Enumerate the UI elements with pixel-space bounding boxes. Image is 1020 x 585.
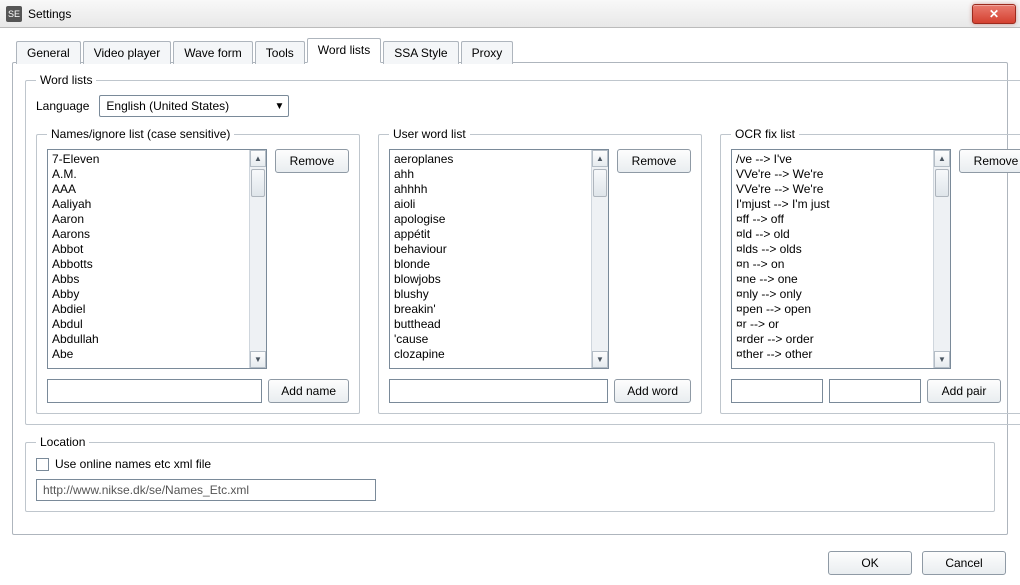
add-pair-button[interactable]: Add pair [927,379,1001,403]
ocrfix-list-items: /ve --> I've VVe're --> We're VVe're -->… [732,150,933,368]
scroll-down-icon[interactable]: ▼ [592,351,608,368]
names-list-items: 7-Eleven A.M. AAA Aaliyah Aaron Aarons A… [48,150,249,368]
cancel-button[interactable]: Cancel [922,551,1006,575]
tab-bar: General Video player Wave form Tools Wor… [12,38,1008,63]
tab-ssa-style[interactable]: SSA Style [383,41,458,64]
scroll-track[interactable] [592,167,608,351]
titlebar: SE Settings ✕ [0,0,1020,28]
names-group-label: Names/ignore list (case sensitive) [47,127,234,141]
app-icon: SE [6,6,22,22]
window-content: General Video player Wave form Tools Wor… [0,28,1020,543]
ocrfix-from-input[interactable] [731,379,823,403]
location-group: Location Use online names etc xml file h… [25,435,995,512]
tab-panel-word-lists: Word lists Language English (United Stat… [12,62,1008,535]
use-online-names-checkbox[interactable] [36,458,49,471]
language-select[interactable]: English (United States) ▼ [99,95,289,117]
userwords-add-input[interactable] [389,379,608,403]
add-name-button[interactable]: Add name [268,379,349,403]
tab-tools[interactable]: Tools [255,41,305,64]
scroll-down-icon[interactable]: ▼ [934,351,950,368]
userwords-list-items: aeroplanes ahh ahhhh aioli apologise app… [390,150,591,368]
ocrfix-to-input[interactable] [829,379,921,403]
scroll-track[interactable] [934,167,950,351]
userwords-group-label: User word list [389,127,470,141]
close-button[interactable]: ✕ [972,4,1016,24]
ocrfix-group-label: OCR fix list [731,127,799,141]
tab-proxy[interactable]: Proxy [461,41,514,64]
online-names-url-field[interactable]: http://www.nikse.dk/se/Names_Etc.xml [36,479,376,501]
close-icon: ✕ [989,7,999,21]
userwords-scrollbar[interactable]: ▲ ▼ [591,150,608,368]
tab-wave-form[interactable]: Wave form [173,41,253,64]
window-title: Settings [28,7,972,21]
language-label: Language [36,99,89,113]
scroll-thumb[interactable] [593,169,607,197]
wordlists-group-label: Word lists [36,73,96,87]
tab-general[interactable]: General [16,41,81,64]
wordlists-group: Word lists Language English (United Stat… [25,73,1020,425]
ocrfix-listbox[interactable]: /ve --> I've VVe're --> We're VVe're -->… [731,149,951,369]
ok-button[interactable]: OK [828,551,912,575]
names-scrollbar[interactable]: ▲ ▼ [249,150,266,368]
tab-video-player[interactable]: Video player [83,41,172,64]
location-group-label: Location [36,435,89,449]
userwords-listbox[interactable]: aeroplanes ahh ahhhh aioli apologise app… [389,149,609,369]
dialog-footer: OK Cancel [828,551,1006,575]
ocrfix-group: OCR fix list /ve --> I've VVe're --> We'… [720,127,1020,414]
scroll-up-icon[interactable]: ▲ [250,150,266,167]
tab-word-lists[interactable]: Word lists [307,38,381,63]
chevron-down-icon: ▼ [274,101,284,112]
names-listbox[interactable]: 7-Eleven A.M. AAA Aaliyah Aaron Aarons A… [47,149,267,369]
scroll-thumb[interactable] [251,169,265,197]
scroll-down-icon[interactable]: ▼ [250,351,266,368]
add-word-button[interactable]: Add word [614,379,691,403]
use-online-names-label: Use online names etc xml file [55,457,211,471]
userwords-group: User word list aeroplanes ahh ahhhh aiol… [378,127,702,414]
userwords-remove-button[interactable]: Remove [617,149,691,173]
ocrfix-remove-button[interactable]: Remove [959,149,1020,173]
language-select-value: English (United States) [106,99,229,113]
names-add-input[interactable] [47,379,262,403]
ocrfix-scrollbar[interactable]: ▲ ▼ [933,150,950,368]
names-remove-button[interactable]: Remove [275,149,349,173]
scroll-thumb[interactable] [935,169,949,197]
names-group: Names/ignore list (case sensitive) 7-Ele… [36,127,360,414]
scroll-track[interactable] [250,167,266,351]
scroll-up-icon[interactable]: ▲ [592,150,608,167]
scroll-up-icon[interactable]: ▲ [934,150,950,167]
